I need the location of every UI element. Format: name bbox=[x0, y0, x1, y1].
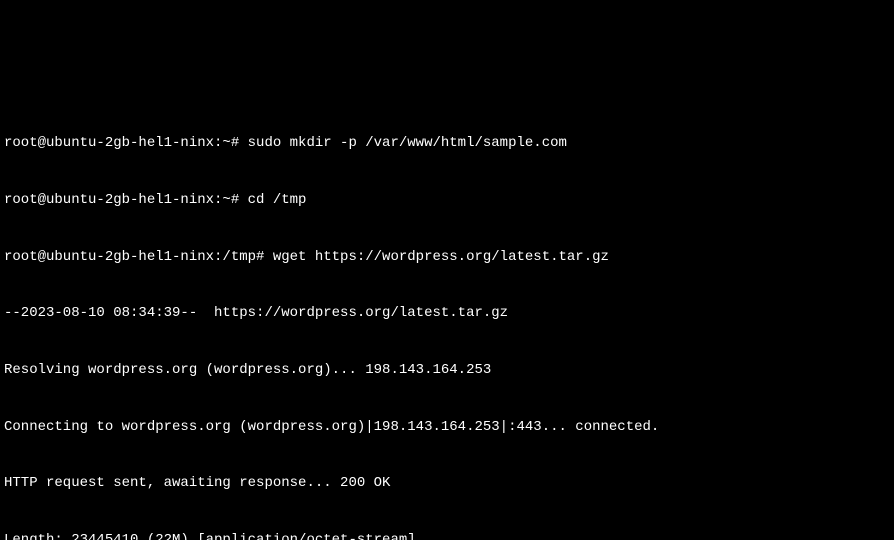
terminal-line: Connecting to wordpress.org (wordpress.o… bbox=[4, 418, 890, 437]
terminal-line: root@ubuntu-2gb-hel1-ninx:/tmp# wget htt… bbox=[4, 248, 890, 267]
terminal-window[interactable]: root@ubuntu-2gb-hel1-ninx:~# sudo mkdir … bbox=[0, 94, 894, 540]
terminal-line: --2023-08-10 08:34:39-- https://wordpres… bbox=[4, 304, 890, 323]
terminal-line: Resolving wordpress.org (wordpress.org).… bbox=[4, 361, 890, 380]
terminal-line: root@ubuntu-2gb-hel1-ninx:~# sudo mkdir … bbox=[4, 134, 890, 153]
terminal-line: Length: 23445410 (22M) [application/octe… bbox=[4, 531, 890, 540]
terminal-line: HTTP request sent, awaiting response... … bbox=[4, 474, 890, 493]
terminal-line: root@ubuntu-2gb-hel1-ninx:~# cd /tmp bbox=[4, 191, 890, 210]
